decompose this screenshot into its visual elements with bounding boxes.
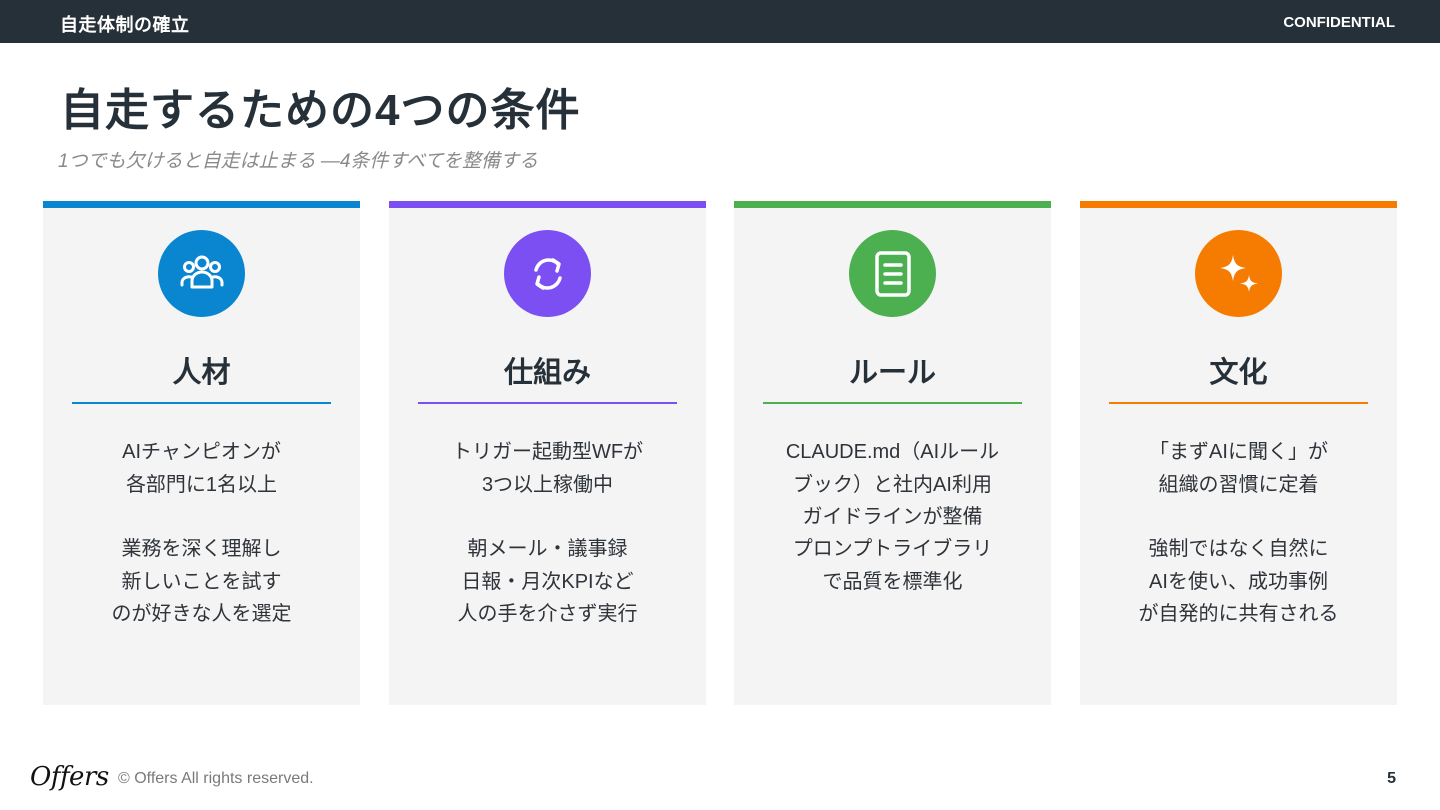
section-title: 自走体制の確立 — [60, 15, 190, 35]
desc-line: ガイドラインが整備 — [802, 506, 983, 528]
card-accent-bar — [389, 201, 706, 208]
card-divider — [72, 402, 331, 404]
page-number: 5 — [1387, 770, 1396, 787]
header-bar: 自走体制の確立 CONFIDENTIAL — [0, 0, 1440, 43]
condition-card-talent: 人材 AIチャンピオンが 各部門に1名以上 業務を深く理解し 新しいことを試す … — [43, 201, 360, 705]
refresh-cycle-icon — [504, 230, 591, 317]
desc-line: CLAUDE.md（AIルール — [785, 441, 1000, 463]
desc-line: 3つ以上稼働中 — [481, 473, 614, 496]
desc-line: のが好きな人を選定 — [111, 603, 292, 625]
card-heading: 仕組み — [503, 357, 591, 389]
desc-line: AIチャンピオンが — [122, 441, 281, 463]
offers-logo: Offers — [30, 762, 109, 792]
card-heading: ルール — [848, 357, 936, 389]
card-description-secondary: 強制ではなく自然に AIを使い、成功事例 が自発的に共有される — [1080, 533, 1397, 631]
card-heading: 文化 — [1209, 357, 1268, 389]
card-accent-bar — [43, 201, 360, 208]
document-icon — [849, 230, 936, 317]
card-accent-bar — [1080, 201, 1397, 208]
desc-line: 強制ではなく自然に — [1148, 538, 1329, 560]
people-group-icon — [158, 230, 245, 317]
confidential-label: CONFIDENTIAL — [1283, 14, 1395, 31]
desc-line: 「まずAIに聞く」が — [1149, 441, 1328, 463]
desc-line: AIを使い、成功事例 — [1149, 570, 1328, 593]
copyright-text: © Offers All rights reserved. — [118, 770, 314, 787]
card-divider — [1109, 402, 1368, 404]
card-description-secondary: 朝メール・議事録 日報・月次KPIなど 人の手を介さず実行 — [389, 533, 706, 631]
card-divider — [418, 402, 677, 404]
desc-line: トリガー起動型WFが — [451, 441, 644, 463]
desc-line: 組織の習慣に定着 — [1158, 473, 1319, 496]
desc-line: 朝メール・議事録 — [467, 538, 628, 560]
card-heading: 人材 — [172, 357, 231, 389]
desc-line: が自発的に共有される — [1138, 603, 1339, 625]
card-description-primary: CLAUDE.md（AIルール ブック）と社内AI利用 ガイドラインが整備 — [734, 436, 1051, 534]
card-accent-bar — [734, 201, 1051, 208]
card-divider — [763, 402, 1022, 404]
desc-line: 新しいことを試す — [121, 570, 282, 593]
slide-subtitle: 1つでも欠けると自走は止まる ―4条件すべてを整備する — [58, 151, 538, 172]
condition-card-system: 仕組み トリガー起動型WFが 3つ以上稼働中 朝メール・議事録 日報・月次KPI… — [389, 201, 706, 705]
sparkles-icon — [1195, 230, 1282, 317]
desc-line: で品質を標準化 — [822, 570, 963, 593]
desc-line: ブック）と社内AI利用 — [793, 473, 992, 496]
desc-line: 業務を深く理解し — [121, 538, 282, 560]
card-description-secondary: 業務を深く理解し 新しいことを試す のが好きな人を選定 — [43, 533, 360, 631]
card-description-primary: AIチャンピオンが 各部門に1名以上 — [43, 436, 360, 501]
desc-line: 人の手を介さず実行 — [457, 603, 638, 625]
desc-line: 日報・月次KPIなど — [461, 570, 634, 593]
desc-line: プロンプトライブラリ — [792, 538, 993, 560]
condition-card-culture: 文化 「まずAIに聞く」が 組織の習慣に定着 強制ではなく自然に AIを使い、成… — [1080, 201, 1397, 705]
condition-card-rules: ルール CLAUDE.md（AIルール ブック）と社内AI利用 ガイドラインが整… — [734, 201, 1051, 705]
card-description-secondary: プロンプトライブラリ で品質を標準化 — [734, 533, 1051, 598]
desc-line: 各部門に1名以上 — [125, 473, 278, 496]
slide-title: 自走するための4つの条件 — [60, 86, 581, 135]
card-description-primary: トリガー起動型WFが 3つ以上稼働中 — [389, 436, 706, 501]
card-description-primary: 「まずAIに聞く」が 組織の習慣に定着 — [1080, 436, 1397, 501]
